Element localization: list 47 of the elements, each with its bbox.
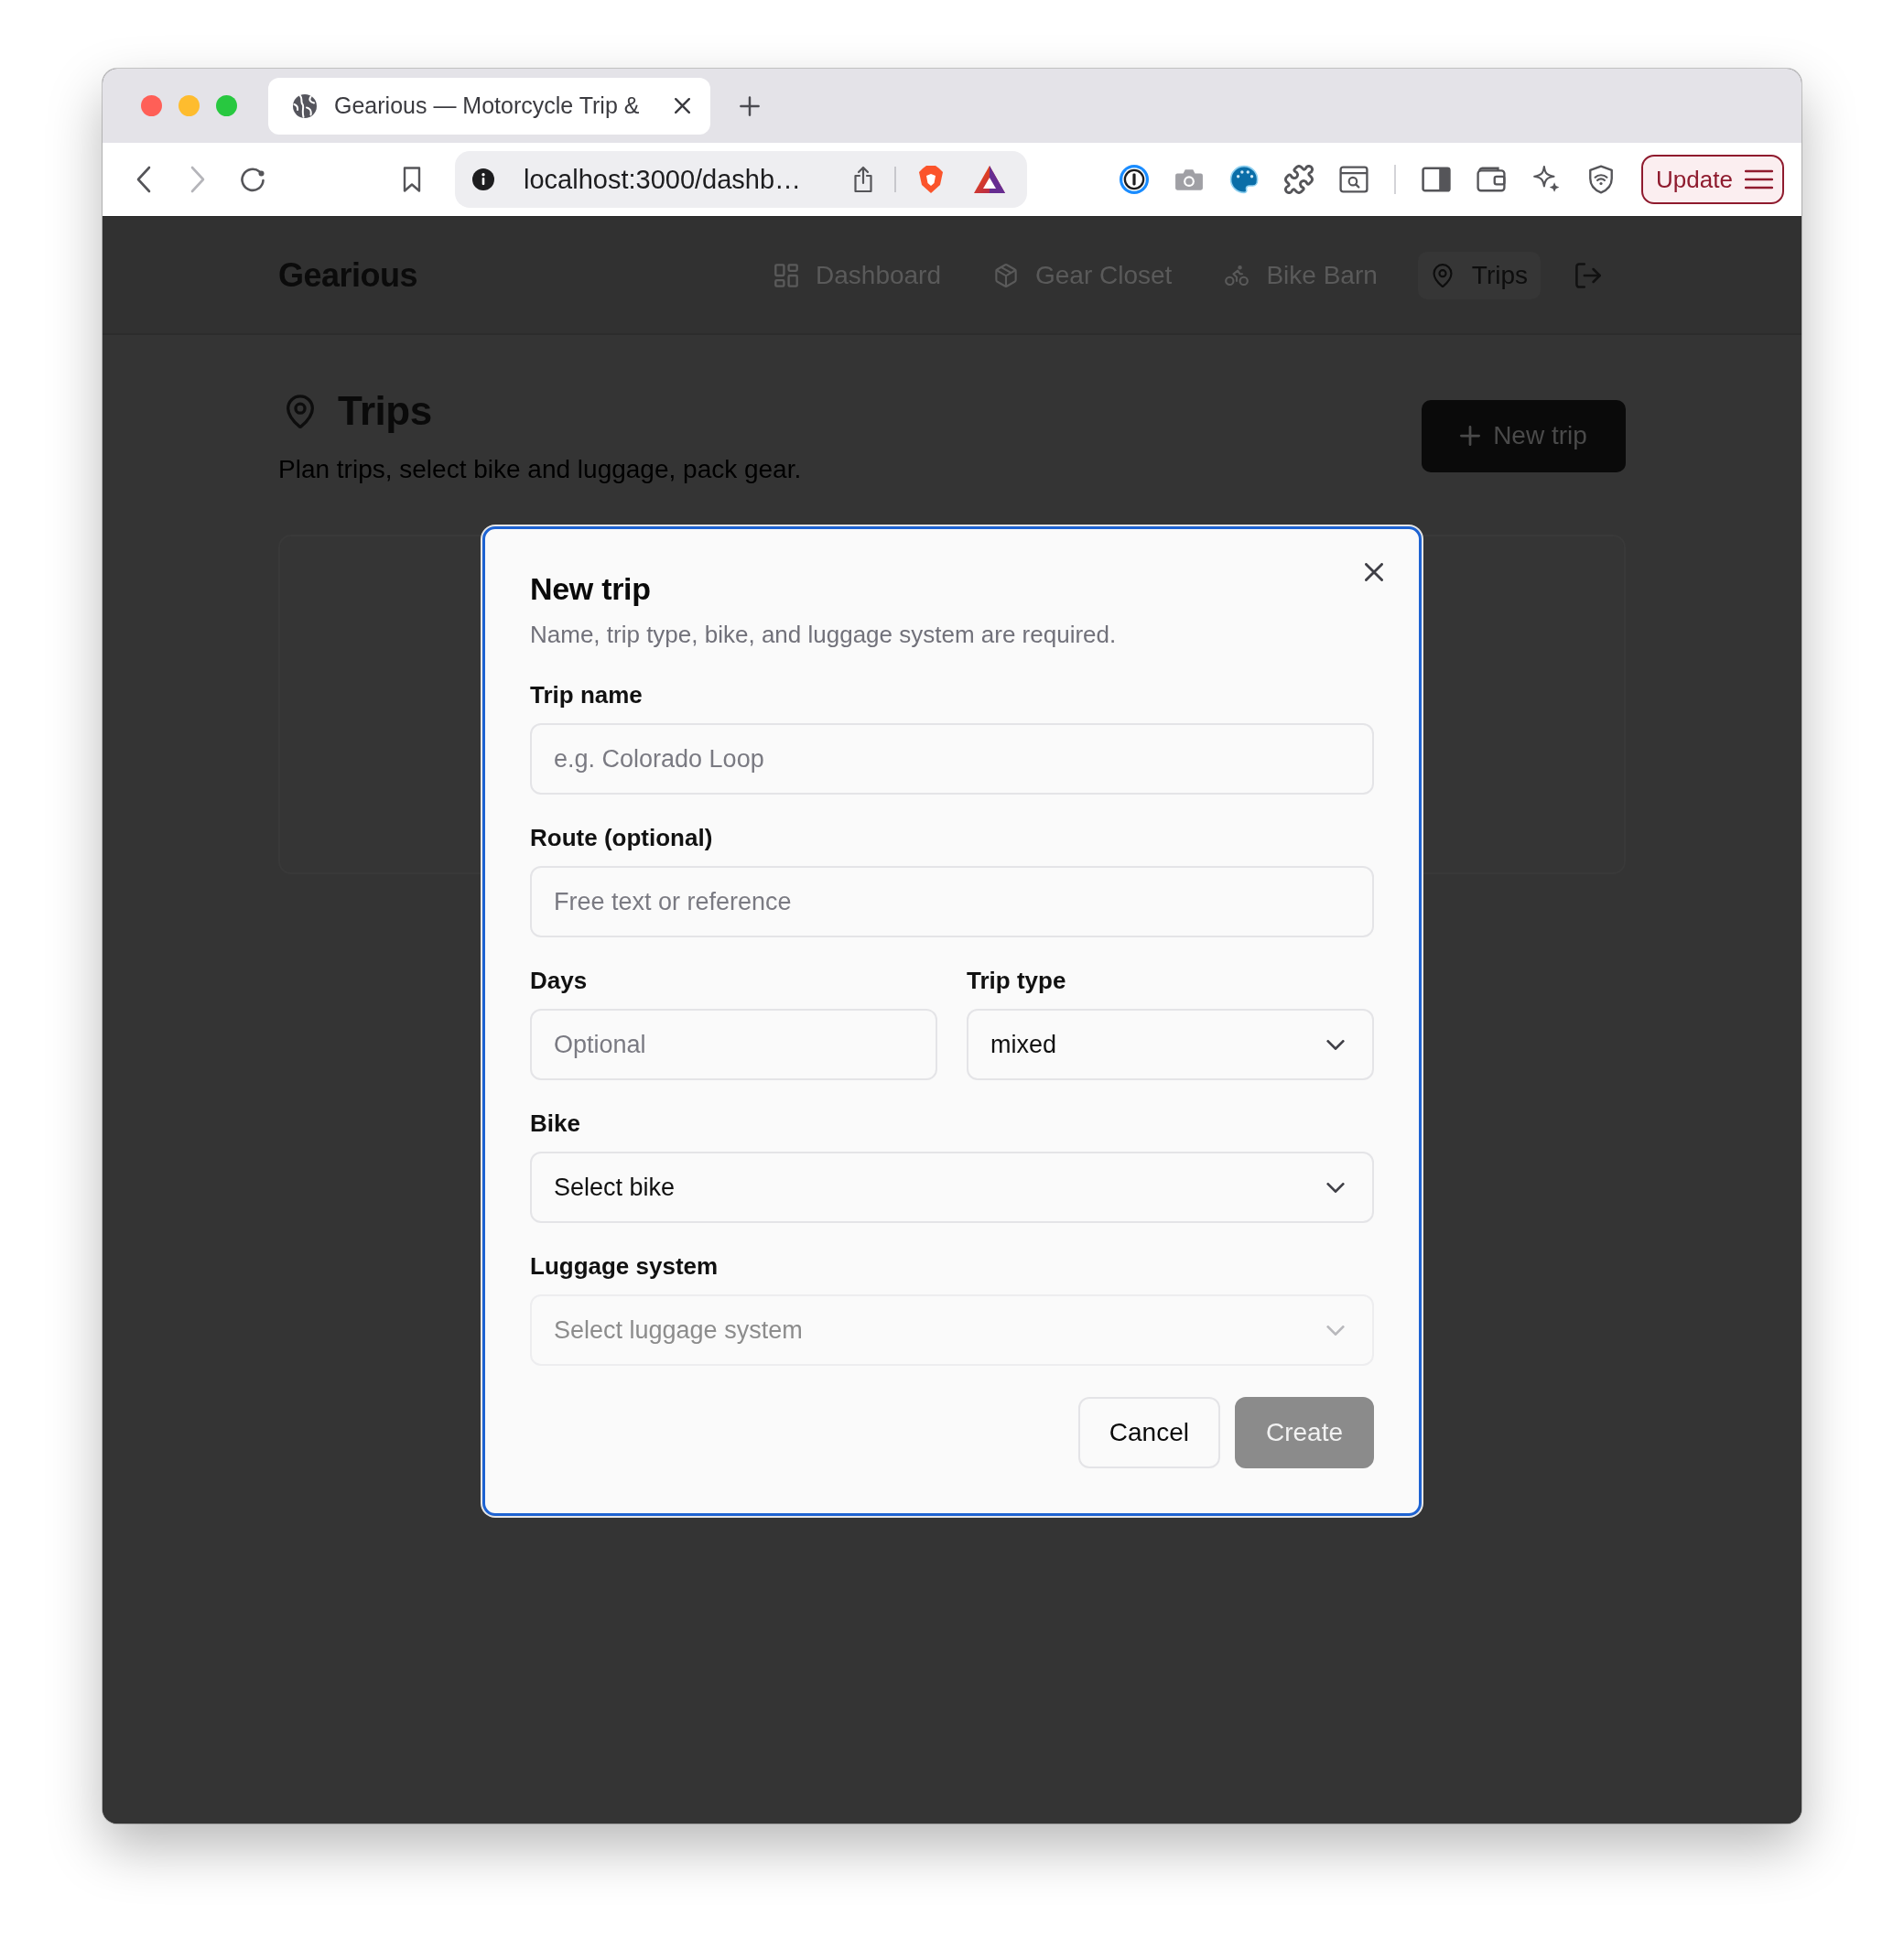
reload-icon[interactable] bbox=[239, 166, 266, 193]
triangle-logo-icon[interactable] bbox=[973, 165, 1006, 194]
package-icon bbox=[994, 263, 1018, 287]
sparkle-icon[interactable] bbox=[1531, 165, 1561, 194]
puzzle-piece-icon[interactable] bbox=[1284, 165, 1314, 194]
dialog-title: New trip bbox=[530, 570, 652, 608]
new-trip-button[interactable]: New trip bbox=[1422, 399, 1626, 472]
select-field[interactable]: mixed bbox=[967, 1009, 1374, 1080]
plus-icon bbox=[1460, 426, 1481, 446]
dashboard-grid-icon bbox=[774, 263, 798, 287]
wallet-icon[interactable] bbox=[1477, 165, 1506, 194]
browser-tab[interactable]: Gearious — Motorcycle Trip & bbox=[268, 77, 710, 135]
new-tab-icon[interactable] bbox=[740, 95, 760, 116]
field-label: Route (optional) bbox=[530, 823, 713, 853]
field-label: Luggage system bbox=[530, 1251, 719, 1282]
chevron-down-icon bbox=[1326, 1325, 1345, 1336]
shield-icon[interactable] bbox=[1586, 165, 1616, 194]
map-pin-icon bbox=[287, 394, 314, 428]
update-button[interactable]: Update bbox=[1641, 155, 1784, 204]
palette-icon[interactable] bbox=[1229, 165, 1259, 194]
bicycle-icon bbox=[1225, 263, 1250, 287]
globe-icon bbox=[293, 93, 317, 118]
cancel-button[interactable]: Cancel bbox=[1077, 1397, 1220, 1468]
address-bar[interactable]: localhost:3000/dashb… bbox=[455, 151, 1027, 208]
text-field[interactable]: Optional bbox=[530, 1009, 937, 1080]
info-icon[interactable] bbox=[472, 168, 494, 190]
back-icon[interactable] bbox=[136, 166, 151, 193]
shield-logo-icon[interactable] bbox=[918, 165, 944, 194]
sidebar-icon[interactable] bbox=[1422, 165, 1451, 194]
window-search-icon[interactable] bbox=[1339, 165, 1368, 194]
keyhole-circle-icon[interactable] bbox=[1120, 165, 1149, 194]
dialog-description: Name, trip type, bike, and luggage system are required. bbox=[530, 620, 1118, 650]
select-field[interactable]: Select bike bbox=[530, 1152, 1374, 1223]
field-label: Trip name bbox=[530, 680, 643, 710]
map-pin-icon bbox=[1430, 263, 1455, 287]
bookmark-icon[interactable] bbox=[402, 166, 422, 193]
field-label: Days bbox=[530, 966, 588, 996]
field-label: Bike bbox=[530, 1109, 580, 1139]
chevron-down-icon bbox=[1326, 1039, 1345, 1050]
text-field[interactable]: e.g. Colorado Loop bbox=[530, 723, 1374, 795]
menu-icon bbox=[1745, 169, 1773, 189]
field-label: Trip type bbox=[967, 966, 1066, 996]
text-field[interactable]: Free text or reference bbox=[530, 866, 1374, 937]
close-icon[interactable] bbox=[1365, 563, 1383, 581]
chevron-down-icon bbox=[1326, 1182, 1345, 1193]
share-icon[interactable] bbox=[853, 166, 873, 193]
close-icon[interactable] bbox=[675, 98, 690, 114]
